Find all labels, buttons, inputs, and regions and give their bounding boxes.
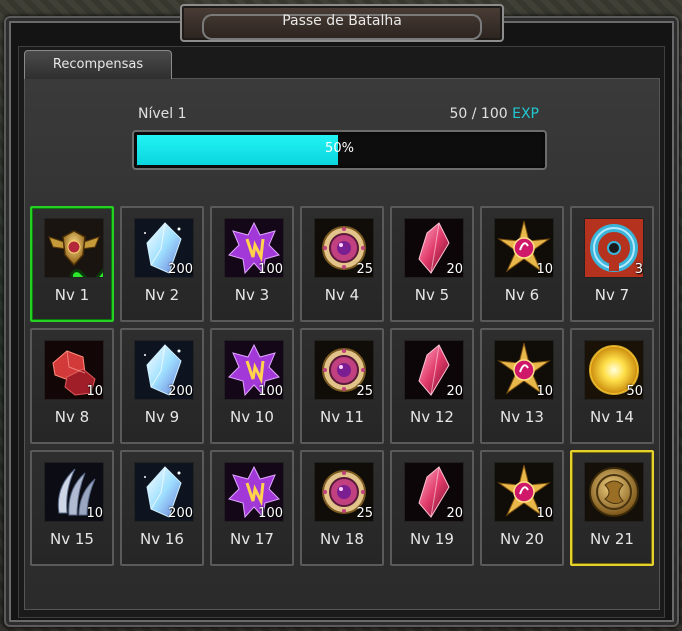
red-ore-icon: 10 [44, 340, 104, 400]
reward-slot[interactable]: 100 Nv 17 [210, 450, 294, 566]
reward-slot[interactable]: Nv 21 [570, 450, 654, 566]
crystal-shard-icon: 200 [134, 340, 194, 400]
reward-quantity: 200 [168, 262, 193, 277]
reward-level-label: Nv 20 [500, 530, 544, 548]
reward-quantity: 10 [536, 262, 553, 277]
winged-shield-badge-icon [44, 218, 104, 278]
reward-level-label: Nv 17 [230, 530, 274, 548]
reward-slot[interactable]: 10 Nv 13 [480, 328, 564, 444]
reward-slot[interactable]: 3 Nv 7 [570, 206, 654, 322]
reward-level-label: Nv 7 [594, 286, 630, 304]
reward-quantity: 100 [258, 384, 283, 399]
reward-level-label: Nv 6 [504, 286, 540, 304]
gold-ring-gem-icon: 25 [314, 462, 374, 522]
purple-star-rune-icon: 100 [224, 462, 284, 522]
reward-quantity: 100 [258, 506, 283, 521]
reward-level-label: Nv 10 [230, 408, 274, 426]
star-compass-icon: 10 [494, 218, 554, 278]
reward-level-label: Nv 15 [50, 530, 94, 548]
exp-counter: 50 / 100 EXP [450, 106, 540, 122]
reward-slot[interactable]: 25 Nv 18 [300, 450, 384, 566]
window-titlebar[interactable]: Passe de Batalha [180, 4, 504, 42]
reward-slot[interactable]: 200 Nv 16 [120, 450, 204, 566]
reward-quantity: 3 [634, 262, 643, 277]
gold-ring-gem-icon: 25 [314, 218, 374, 278]
claw-icon: 10 [44, 462, 104, 522]
reward-level-label: Nv 14 [590, 408, 634, 426]
pink-gem-icon: 20 [404, 462, 464, 522]
reward-slot[interactable]: 10 Nv 6 [480, 206, 564, 322]
reward-level-label: Nv 1 [54, 286, 90, 304]
purple-star-rune-icon: 100 [224, 218, 284, 278]
reward-level-label: Nv 9 [144, 408, 180, 426]
reward-quantity: 200 [168, 506, 193, 521]
crystal-shard-icon: 200 [134, 462, 194, 522]
reward-quantity: 10 [536, 506, 553, 521]
reward-slot[interactable]: 20 Nv 5 [390, 206, 474, 322]
reward-level-label: Nv 2 [144, 286, 180, 304]
reward-level-label: Nv 5 [414, 286, 450, 304]
exp-progress-bar: 50% [132, 130, 547, 170]
reward-grid: Nv 1 200 Nv 2 100 Nv 3 25 Nv 4 20 Nv 5 10 Nv 6 3 Nv … [30, 206, 654, 566]
level-label: Nível 1 [138, 106, 187, 122]
reward-quantity: 25 [356, 262, 373, 277]
reward-level-label: Nv 11 [320, 408, 364, 426]
reward-level-label: Nv 21 [590, 530, 634, 548]
golden-orb-icon: 50 [584, 340, 644, 400]
reward-slot[interactable]: 20 Nv 19 [390, 450, 474, 566]
reward-level-label: Nv 13 [500, 408, 544, 426]
tab-rewards[interactable]: Recompensas [24, 50, 172, 79]
reward-level-label: Nv 4 [324, 286, 360, 304]
reward-slot[interactable]: 10 Nv 15 [30, 450, 114, 566]
reward-quantity: 20 [446, 506, 463, 521]
star-compass-icon: 10 [494, 462, 554, 522]
pink-gem-icon: 20 [404, 340, 464, 400]
exp-progress-percent: 50% [325, 141, 354, 156]
reward-level-label: Nv 19 [410, 530, 454, 548]
purple-star-rune-icon: 100 [224, 340, 284, 400]
reward-quantity: 20 [446, 262, 463, 277]
reward-quantity: 10 [536, 384, 553, 399]
reward-slot[interactable]: Nv 1 [30, 206, 114, 322]
reward-slot[interactable]: 100 Nv 10 [210, 328, 294, 444]
reward-slot[interactable]: 10 Nv 8 [30, 328, 114, 444]
star-compass-icon: 10 [494, 340, 554, 400]
gold-coin-icon [584, 462, 644, 522]
checkmark-icon [69, 267, 103, 277]
reward-quantity: 25 [356, 384, 373, 399]
gold-ring-gem-icon: 25 [314, 340, 374, 400]
reward-level-label: Nv 3 [234, 286, 270, 304]
reward-slot[interactable]: 25 Nv 4 [300, 206, 384, 322]
reward-quantity: 200 [168, 384, 193, 399]
reward-slot[interactable]: 100 Nv 3 [210, 206, 294, 322]
exp-value: 50 / 100 [449, 106, 508, 122]
reward-slot[interactable]: 200 Nv 9 [120, 328, 204, 444]
reward-slot[interactable]: 10 Nv 20 [480, 450, 564, 566]
reward-quantity: 10 [86, 506, 103, 521]
reward-quantity: 100 [258, 262, 283, 277]
reward-level-label: Nv 18 [320, 530, 364, 548]
horseshoe-icon: 3 [584, 218, 644, 278]
reward-slot[interactable]: 50 Nv 14 [570, 328, 654, 444]
reward-slot[interactable]: 20 Nv 12 [390, 328, 474, 444]
window-title: Passe de Batalha [282, 13, 402, 29]
reward-quantity: 25 [356, 506, 373, 521]
pink-gem-icon: 20 [404, 218, 464, 278]
reward-level-label: Nv 16 [140, 530, 184, 548]
reward-slot[interactable]: 25 Nv 11 [300, 328, 384, 444]
reward-quantity: 20 [446, 384, 463, 399]
crystal-shard-icon: 200 [134, 218, 194, 278]
reward-quantity: 50 [626, 384, 643, 399]
reward-level-label: Nv 8 [54, 408, 90, 426]
reward-slot[interactable]: 200 Nv 2 [120, 206, 204, 322]
reward-quantity: 10 [86, 384, 103, 399]
reward-level-label: Nv 12 [410, 408, 454, 426]
exp-unit: EXP [512, 106, 539, 122]
